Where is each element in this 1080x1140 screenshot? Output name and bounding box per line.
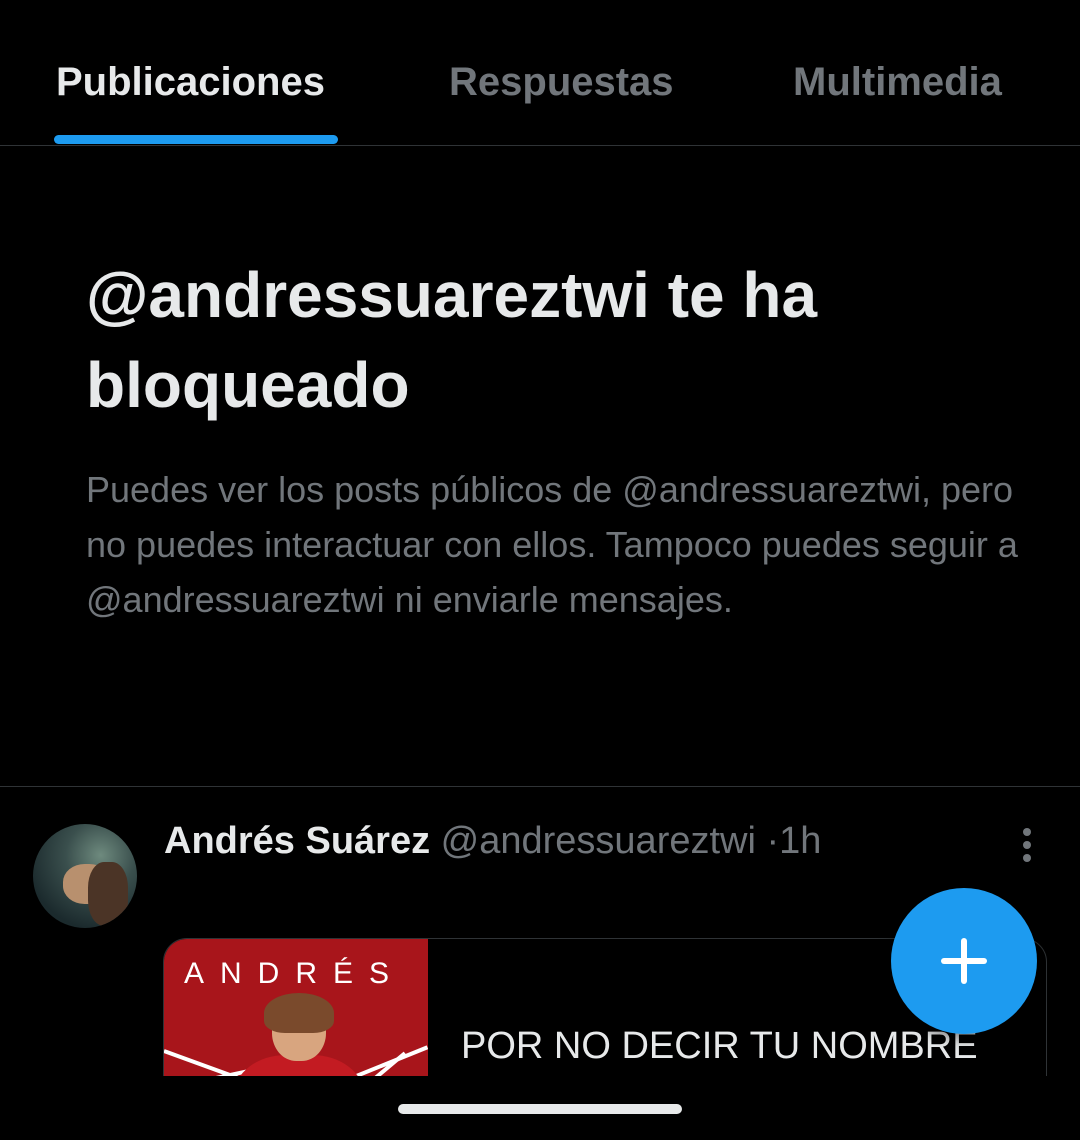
thumb-text: ANDRÉS [184, 957, 406, 990]
blocked-description: Puedes ver los posts públicos de @andres… [86, 469, 1018, 620]
tab-publicaciones[interactable]: Publicaciones [56, 60, 325, 105]
compose-button[interactable] [891, 888, 1037, 1034]
post-header: Andrés Suárez @andressuareztwi ·1h [164, 818, 821, 864]
divider [0, 786, 1080, 787]
tab-multimedia[interactable]: Multimedia [793, 60, 1002, 105]
active-tab-indicator [54, 135, 338, 144]
more-dot [1023, 828, 1031, 836]
tab-respuestas[interactable]: Respuestas [449, 60, 674, 105]
profile-tabs: Publicaciones Respuestas Multimedia [0, 0, 1080, 146]
post-author-handle[interactable]: @andressuareztwi [441, 820, 756, 862]
post-author-name[interactable]: Andrés Suárez [164, 820, 430, 862]
blocked-notice: @andressuareztwi te ha bloqueado Puedes … [86, 250, 1026, 627]
avatar-hair [88, 862, 128, 926]
more-vertical-icon[interactable] [1015, 826, 1039, 864]
post-time: 1h [779, 820, 822, 862]
more-dot [1023, 854, 1031, 862]
home-indicator[interactable] [398, 1104, 682, 1114]
plus-icon-stroke [961, 938, 967, 984]
blocked-title: @andressuareztwi te ha bloqueado [86, 259, 818, 421]
more-dot [1023, 841, 1031, 849]
card-title: POR NO DECIR TU NOMBRE [461, 1025, 978, 1067]
avatar[interactable] [33, 824, 137, 928]
profile-screen: Publicaciones Respuestas Multimedia @and… [0, 0, 1080, 1140]
thumb-hair [264, 993, 334, 1033]
post-separator: · [766, 820, 780, 862]
